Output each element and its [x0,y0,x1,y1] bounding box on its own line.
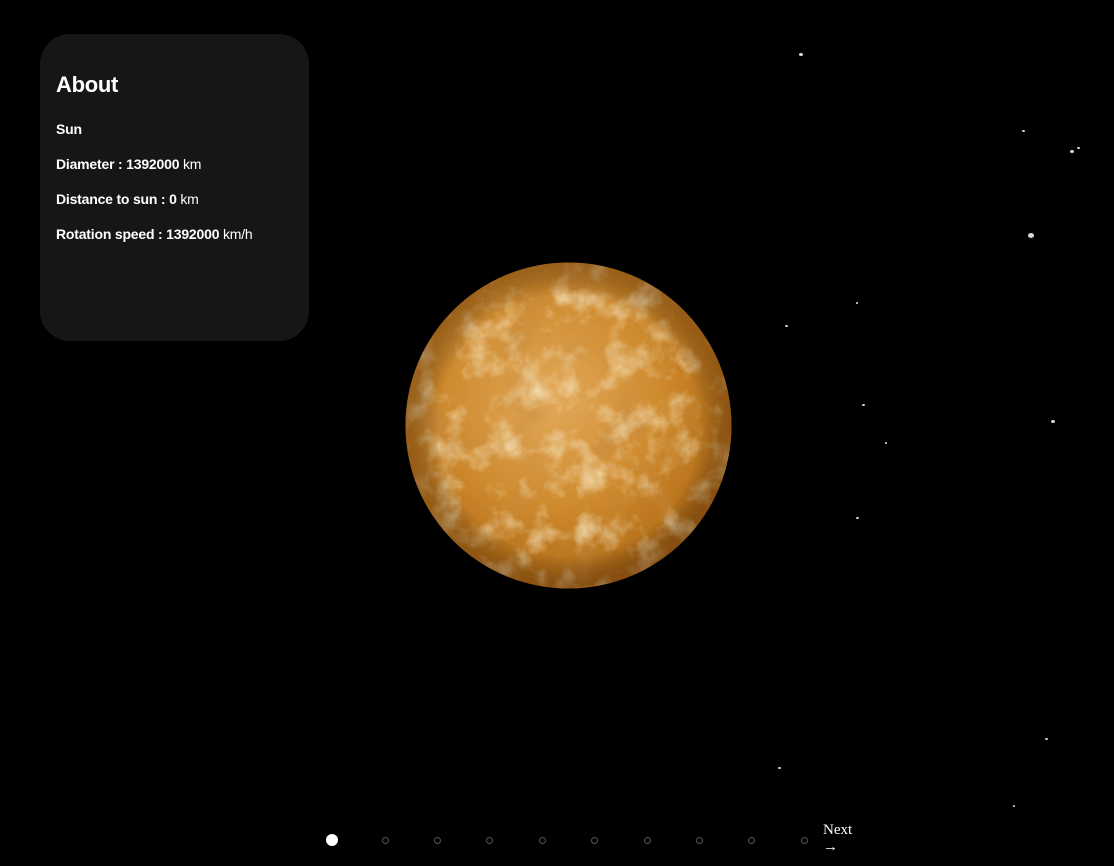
star [799,53,803,57]
rotation-label: Rotation speed : [56,226,167,242]
star [1076,146,1080,149]
distance-label: Distance to sun : [56,191,170,207]
pagination-dot[interactable] [538,836,546,844]
pagination-dot[interactable] [695,836,703,844]
star [1021,129,1025,132]
rotation-unit: km/h [219,226,253,242]
pagination-dot[interactable] [485,836,493,844]
about-title: About [56,72,119,97]
pagination-dot[interactable] [433,836,441,844]
star [861,403,865,406]
pagination-dot[interactable] [326,834,338,846]
next-button[interactable]: Next → [823,822,852,855]
pagination-dot[interactable] [590,836,598,844]
diameter-label: Diameter : [56,156,127,172]
star [1070,150,1074,154]
planet-name-value: Sun [56,121,82,137]
star [1044,737,1048,740]
distance-row: Distance to sun : 0 km [56,190,293,208]
star [885,442,887,444]
distance-unit: km [176,191,199,207]
pagination-dot[interactable] [800,836,808,844]
pagination-dot[interactable] [643,836,651,844]
planet-name: Sun [56,120,293,138]
star [1028,233,1034,238]
arrow-right-icon: → [823,839,838,855]
star [784,324,788,327]
star [1013,805,1015,807]
star [777,766,781,769]
rotation-value: 1392000 [166,226,220,242]
star [1051,420,1055,424]
planet-sphere[interactable] [405,262,732,589]
diameter-unit: km [179,156,202,172]
about-panel: About Sun Diameter : 1392000 km Distance… [40,34,309,341]
pagination-dot[interactable] [747,836,755,844]
star [856,302,858,304]
pagination-dot[interactable] [381,836,389,844]
diameter-value: 1392000 [126,156,180,172]
diameter-row: Diameter : 1392000 km [56,155,293,173]
next-label: Next [823,822,853,838]
sun-sphere-graphic [405,262,732,589]
rotation-row: Rotation speed : 1392000 km/h [56,225,293,243]
distance-value: 0 [169,191,177,207]
star [855,516,859,519]
